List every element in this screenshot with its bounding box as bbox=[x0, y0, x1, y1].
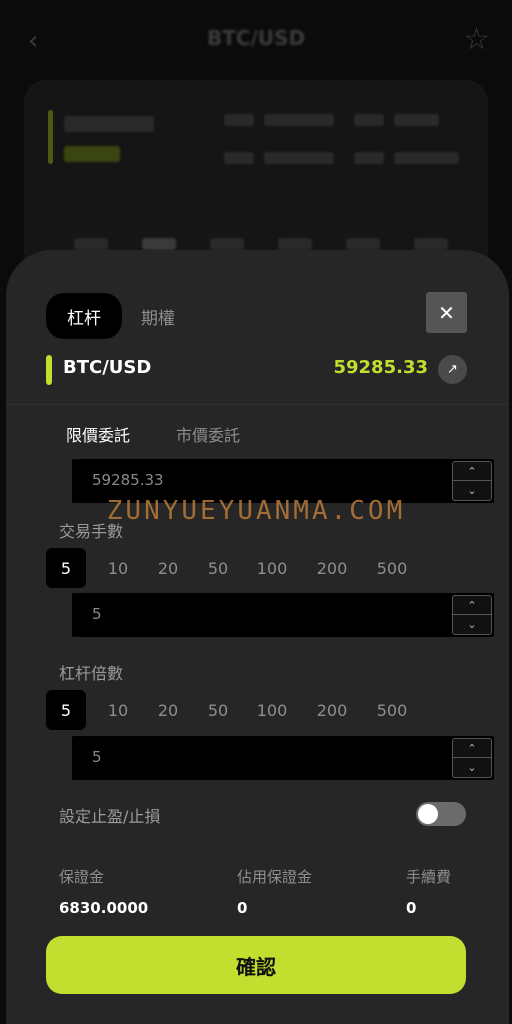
background-stat-blur bbox=[354, 152, 384, 164]
background-stat-blur bbox=[354, 114, 384, 126]
leverage-option[interactable]: 200 bbox=[310, 690, 354, 730]
background-header: ‹ BTC/USD ☆ bbox=[0, 0, 512, 80]
background-change-blur bbox=[64, 146, 120, 162]
background-tab-blur bbox=[414, 238, 448, 250]
lots-option[interactable]: 500 bbox=[370, 548, 414, 588]
margin-value: 6830.0000 bbox=[59, 899, 149, 917]
leverage-option[interactable]: 10 bbox=[98, 690, 138, 730]
tab-options[interactable]: 期權 bbox=[128, 293, 188, 339]
used-margin-label: 佔用保證金 bbox=[237, 868, 313, 886]
tp-sl-toggle[interactable] bbox=[416, 802, 466, 826]
watermark: ZUNYUEYUANMA.COM bbox=[106, 496, 406, 526]
background-stat-blur bbox=[394, 152, 459, 164]
tab-market-order[interactable]: 市價委託 bbox=[176, 422, 240, 446]
leverage-input[interactable]: 5 ⌃ ⌄ bbox=[72, 736, 494, 780]
leverage-label: 杠杆倍數 bbox=[59, 664, 124, 683]
leverage-option[interactable]: 500 bbox=[370, 690, 414, 730]
chevron-up-icon[interactable]: ⌃ bbox=[453, 739, 491, 758]
background-accent-bar bbox=[48, 110, 53, 164]
leverage-stepper: ⌃ ⌄ bbox=[452, 738, 492, 778]
order-sheet: 杠杆 期權 ✕ BTC/USD 59285.33 ↗ 限價委託 市價委託 592… bbox=[6, 250, 509, 1024]
background-stat-blur bbox=[264, 152, 334, 164]
lots-input[interactable]: 5 ⌃ ⌄ bbox=[72, 593, 494, 637]
close-button[interactable]: ✕ bbox=[426, 292, 467, 333]
tab-limit-order[interactable]: 限價委託 bbox=[66, 422, 130, 446]
background-price-blur bbox=[64, 116, 154, 132]
limit-price-stepper: ⌃ ⌄ bbox=[452, 461, 492, 501]
pair-link-button[interactable]: ↗ bbox=[438, 355, 467, 384]
lots-option[interactable]: 200 bbox=[310, 548, 354, 588]
leverage-option[interactable]: 50 bbox=[198, 690, 238, 730]
leverage-options: 5 10 20 50 100 200 500 bbox=[46, 690, 486, 730]
leverage-option[interactable]: 5 bbox=[46, 690, 86, 730]
lots-option[interactable]: 100 bbox=[250, 548, 294, 588]
lots-option[interactable]: 50 bbox=[198, 548, 238, 588]
pair-accent-bar bbox=[46, 355, 52, 385]
background-tab-blur bbox=[346, 238, 380, 250]
background-tab-blur bbox=[278, 238, 312, 250]
pair-name: BTC/USD bbox=[63, 357, 152, 378]
chevron-up-icon[interactable]: ⌃ bbox=[453, 596, 491, 615]
lots-option[interactable]: 10 bbox=[98, 548, 138, 588]
fee-label: 手續費 bbox=[406, 868, 452, 886]
leverage-option[interactable]: 20 bbox=[148, 690, 188, 730]
used-margin-value: 0 bbox=[237, 899, 248, 917]
leverage-option[interactable]: 100 bbox=[250, 690, 294, 730]
chevron-down-icon[interactable]: ⌄ bbox=[453, 615, 491, 634]
fee-value: 0 bbox=[406, 899, 417, 917]
chevron-up-icon[interactable]: ⌃ bbox=[453, 462, 491, 481]
background-tab-blur bbox=[210, 238, 244, 250]
lots-options: 5 10 20 50 100 200 500 bbox=[46, 548, 486, 588]
confirm-button[interactable]: 確認 bbox=[46, 936, 466, 994]
toggle-knob bbox=[418, 804, 438, 824]
arrow-up-right-icon: ↗ bbox=[447, 362, 458, 377]
lots-value: 5 bbox=[92, 605, 102, 623]
lots-stepper: ⌃ ⌄ bbox=[452, 595, 492, 635]
background-stat-blur bbox=[394, 114, 439, 126]
background-stat-blur bbox=[264, 114, 334, 126]
tp-sl-label: 設定止盈/止損 bbox=[59, 807, 161, 826]
background-tab-blur bbox=[142, 238, 176, 250]
favorite-icon: ☆ bbox=[463, 22, 490, 57]
background-tab-blur bbox=[74, 238, 108, 250]
background-title: BTC/USD bbox=[206, 26, 306, 50]
chevron-down-icon[interactable]: ⌄ bbox=[453, 758, 491, 777]
leverage-value: 5 bbox=[92, 748, 102, 766]
divider bbox=[6, 404, 509, 405]
background-stat-blur bbox=[224, 152, 254, 164]
limit-price-value: 59285.33 bbox=[92, 471, 164, 489]
close-icon: ✕ bbox=[438, 300, 455, 325]
pair-price: 59285.33 bbox=[333, 357, 428, 378]
background-stat-blur bbox=[224, 114, 254, 126]
lots-option[interactable]: 5 bbox=[46, 548, 86, 588]
tab-leverage[interactable]: 杠杆 bbox=[46, 293, 122, 339]
lots-option[interactable]: 20 bbox=[148, 548, 188, 588]
margin-label: 保證金 bbox=[59, 868, 105, 886]
